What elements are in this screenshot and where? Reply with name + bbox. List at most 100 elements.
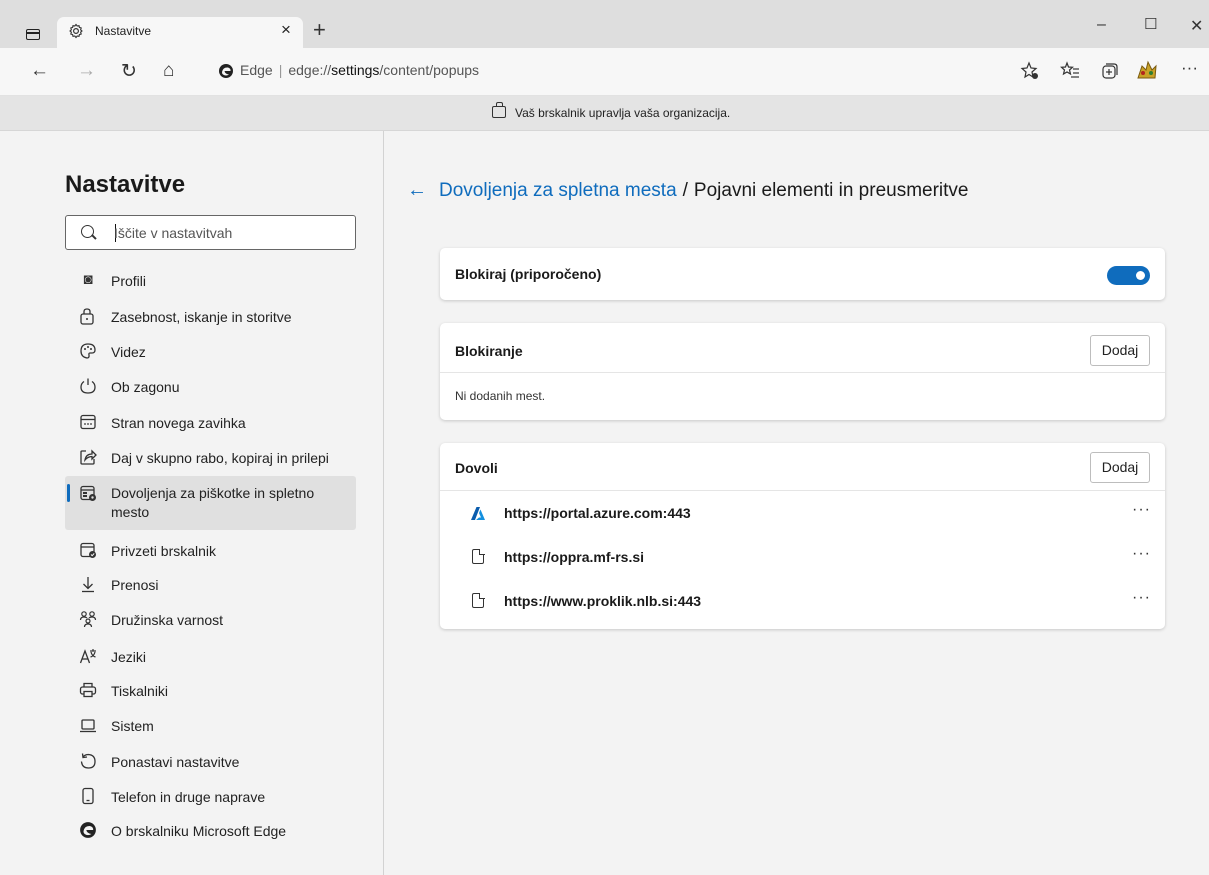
sidebar-item-phone-devices[interactable]: Telefon in druge naprave [65, 787, 356, 807]
default-browser-icon [80, 542, 96, 558]
sidebar-item-new-tab-page[interactable]: Stran novega zavihka [65, 413, 356, 433]
sidebar-item-family-safety[interactable]: Družinska varnost [65, 610, 356, 630]
edge-logo-icon [80, 822, 96, 838]
site-url: https://portal.azure.com:443 [504, 505, 691, 521]
briefcase-icon [492, 102, 506, 118]
address-toolbar: ← → ↻ ⌂ Edge | edge://settings/content/pop… [0, 48, 1209, 96]
sidebar-item-label: Ponastavi nastavitve [111, 754, 240, 770]
gear-icon [69, 23, 83, 39]
sidebar-item-privacy[interactable]: Zasebnost, iskanje in storitve [65, 307, 356, 327]
blocking-card: Blokiranje Dodaj Ni dodanih mest. [440, 323, 1165, 420]
more-options-icon[interactable]: ··· [1132, 501, 1151, 519]
breadcrumb-separator: / [682, 180, 688, 201]
sidebar-item-site-permissions[interactable]: Dovoljenja za piškotke in spletno mesto [65, 476, 356, 530]
favorites-icon[interactable] [1060, 61, 1080, 81]
window-menu-icon[interactable] [26, 29, 40, 40]
url-text: Edge | edge://settings/content/popups [240, 62, 480, 78]
sidebar-item-default-browser[interactable]: Privzeti brskalnik [65, 541, 356, 561]
sidebar-item-label: Privzeti brskalnik [111, 543, 217, 559]
sidebar-item-label: Dovoljenja za piškotke in spletno mesto [111, 485, 315, 520]
profile-icon: ◙ [83, 271, 93, 288]
sidebar-item-label: Družinska varnost [111, 612, 224, 628]
home-icon[interactable]: ⌂ [163, 60, 174, 82]
family-icon [79, 611, 97, 628]
printer-icon [79, 682, 97, 698]
page-icon [472, 592, 485, 608]
sidebar-item-label: Tiskalniki [111, 683, 169, 699]
managed-info-text: Vaš brskalnik upravlja vaša organizacija… [515, 106, 731, 120]
sidebar-item-about-edge[interactable]: O brskalniku Microsoft Edge [65, 821, 356, 841]
maximize-icon[interactable]: ☐ [1144, 15, 1157, 33]
allow-title: Dovoli [455, 460, 498, 476]
settings-search[interactable] [65, 215, 356, 250]
sidebar-item-label: Stran novega zavihka [111, 415, 246, 431]
back-arrow-icon[interactable]: ← [407, 179, 427, 201]
sidebar-item-languages[interactable]: Jeziki [65, 647, 356, 667]
list-item: https://portal.azure.com:443 ··· [440, 492, 1165, 536]
page-title: Pojavni elementi in preusmeritve [693, 180, 969, 201]
lock-icon [80, 308, 94, 325]
back-arrow-icon[interactable]: ← [30, 60, 49, 82]
site-url: https://oppra.mf-rs.si [504, 549, 645, 565]
sidebar-item-printers[interactable]: Tiskalniki [65, 681, 356, 701]
sidebar-item-system[interactable]: Sistem [65, 716, 356, 736]
download-icon [82, 577, 94, 593]
sidebar-item-label: Jeziki [111, 649, 147, 665]
more-options-icon[interactable]: ··· [1132, 545, 1151, 563]
url-prefix: edge:// [288, 62, 332, 78]
sidebar-item-share[interactable]: Daj v skupno rabo, kopiraj in prilepi [65, 448, 356, 468]
reload-icon[interactable]: ↻ [121, 60, 137, 83]
selected-indicator [67, 484, 70, 502]
more-options-icon[interactable]: ··· [1132, 589, 1151, 607]
settings-sidebar: Nastavitve ◙ Profili Zasebnost, iskanje … [0, 131, 384, 875]
languages-icon [79, 649, 96, 664]
sidebar-item-label: Ob zagonu [111, 379, 180, 395]
extension-icon[interactable] [1134, 58, 1160, 84]
add-allow-button[interactable]: Dodaj [1090, 452, 1150, 483]
managed-info-bar: Vaš brskalnik upravlja vaša organizacija… [0, 96, 1209, 131]
laptop-icon [80, 719, 96, 733]
url-path: /content/popups [379, 62, 480, 78]
edge-logo-icon [219, 64, 233, 78]
reset-icon [80, 753, 96, 769]
block-popups-card: Blokiraj (priporočeno) [440, 248, 1165, 300]
tab-close-icon[interactable]: × [281, 20, 291, 40]
new-tab-icon[interactable]: + [313, 17, 326, 43]
add-block-button[interactable]: Dodaj [1090, 335, 1150, 366]
block-popups-toggle[interactable] [1107, 266, 1150, 285]
sidebar-item-label: Sistem [111, 718, 154, 734]
add-favorite-icon[interactable] [1020, 61, 1040, 81]
page-icon [472, 548, 485, 564]
palette-icon [80, 343, 96, 359]
phone-icon [82, 787, 94, 805]
empty-list-text: Ni dodanih mest. [455, 389, 546, 403]
sidebar-item-reset[interactable]: Ponastavi nastavitve [65, 752, 356, 772]
url-brand: Edge [240, 62, 273, 78]
azure-icon [471, 507, 485, 520]
minimize-icon[interactable]: – [1097, 16, 1106, 34]
sidebar-item-profiles[interactable]: ◙ Profili [65, 271, 356, 291]
sidebar-item-appearance[interactable]: Videz [65, 342, 356, 362]
search-input[interactable] [114, 223, 344, 243]
list-item: https://www.proklik.nlb.si:443 ··· [440, 580, 1165, 624]
sidebar-item-label: Zasebnost, iskanje in storitve [111, 309, 292, 325]
site-url: https://www.proklik.nlb.si:443 [504, 593, 702, 609]
settings-title: Nastavitve [65, 171, 186, 198]
collections-icon[interactable] [1100, 61, 1120, 81]
share-icon [80, 449, 97, 465]
forward-arrow-icon[interactable]: → [77, 60, 96, 82]
sidebar-item-startup[interactable]: Ob zagonu [65, 377, 356, 397]
address-bar[interactable]: Edge | edge://settings/content/popups [200, 54, 1014, 88]
sidebar-item-downloads[interactable]: Prenosi [65, 575, 356, 595]
sidebar-item-label: Videz [111, 344, 146, 360]
more-menu-icon[interactable]: ··· [1181, 58, 1198, 78]
breadcrumb-parent-link[interactable]: Dovoljenja za spletna mesta [439, 180, 677, 201]
site-permissions-icon [80, 485, 96, 501]
sidebar-item-label: Profili [111, 273, 147, 289]
divider [440, 490, 1165, 491]
sidebar-item-label: Prenosi [111, 577, 159, 593]
sidebar-item-label: O brskalniku Microsoft Edge [111, 823, 287, 839]
browser-tab[interactable]: Nastavitve × [57, 17, 303, 48]
close-window-icon[interactable]: ✕ [1190, 16, 1203, 36]
sidebar-item-label: Daj v skupno rabo, kopiraj in prilepi [111, 450, 329, 466]
